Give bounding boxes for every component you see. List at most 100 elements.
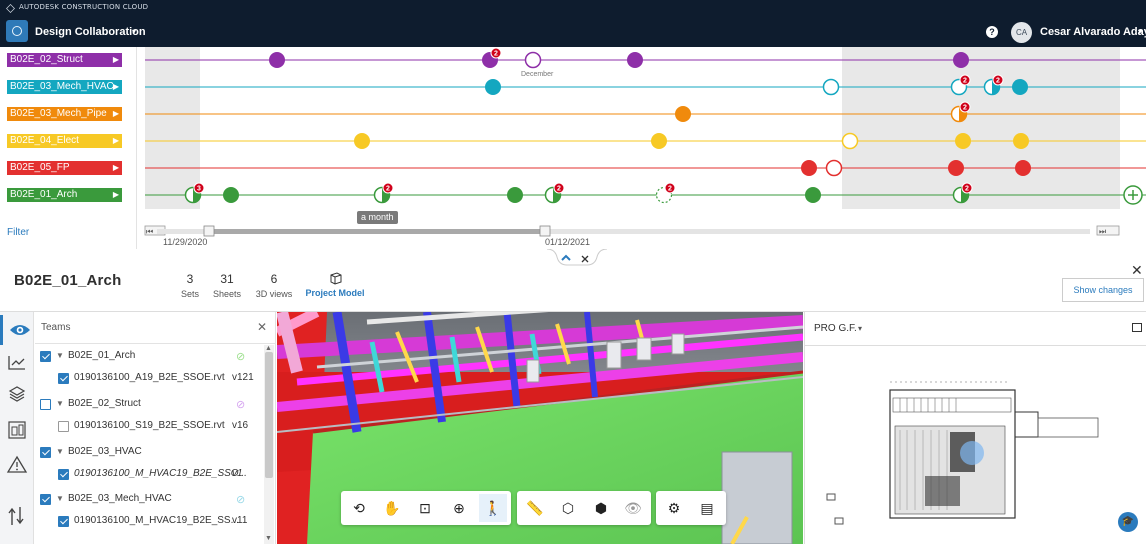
filter-link[interactable]: Filter bbox=[7, 227, 29, 238]
section-icon[interactable]: ⬡ bbox=[554, 494, 582, 522]
package-tag-struct[interactable]: B02E_02_Struct ▶ bbox=[7, 53, 122, 67]
version-marker[interactable] bbox=[1013, 133, 1029, 149]
rail-issues[interactable] bbox=[0, 450, 34, 480]
version-marker[interactable] bbox=[822, 78, 840, 96]
measure-icon[interactable]: 📏 bbox=[521, 494, 549, 522]
version-marker[interactable] bbox=[805, 187, 821, 203]
scrubber-handle-start[interactable] bbox=[203, 225, 215, 237]
rail-sheets[interactable] bbox=[0, 415, 34, 445]
package-tag-mech-hvac[interactable]: B02E_03_Mech_HVAC ▶ bbox=[7, 80, 122, 94]
version-marker[interactable]: 2 bbox=[655, 182, 676, 204]
version-marker[interactable] bbox=[627, 52, 643, 68]
play-icon[interactable]: ▶ bbox=[113, 188, 119, 202]
team-checkbox[interactable] bbox=[40, 351, 51, 362]
version-marker[interactable] bbox=[651, 133, 667, 149]
fit-icon[interactable]: ⊡ bbox=[411, 494, 439, 522]
scroll-down-icon[interactable]: ▼ bbox=[265, 535, 272, 542]
add-version-button[interactable] bbox=[1123, 185, 1143, 205]
version-marker[interactable]: 2 bbox=[482, 47, 502, 68]
visibility-off-icon[interactable]: ⊘ bbox=[236, 398, 245, 411]
team-checkbox[interactable] bbox=[40, 399, 51, 410]
version-marker[interactable] bbox=[1012, 79, 1028, 95]
team-row[interactable]: ▼ B02E_03_HVAC bbox=[40, 446, 260, 460]
file-checkbox[interactable] bbox=[58, 373, 69, 384]
team-row[interactable]: ▼ B02E_03_Mech_HVAC ⊘ bbox=[40, 493, 260, 507]
version-marker[interactable]: 2 bbox=[544, 182, 565, 204]
version-marker[interactable] bbox=[223, 187, 239, 203]
file-row[interactable]: 0190136100_S19_B2E_SSOE.rvt v16 bbox=[40, 420, 260, 434]
rail-layers[interactable] bbox=[0, 379, 34, 409]
version-marker[interactable] bbox=[269, 52, 285, 68]
file-row[interactable]: 0190136100_M_HVAC19_B2E_SSO... v1 bbox=[40, 468, 260, 482]
file-row[interactable]: 0190136100_A19_B2E_SSOE.rvt v121 bbox=[40, 372, 260, 386]
settings-icon[interactable]: ⚙ bbox=[660, 494, 688, 522]
show-changes-button[interactable]: Show changes bbox=[1062, 278, 1144, 302]
sheet-selector[interactable]: PRO G.F. bbox=[814, 323, 857, 334]
file-row[interactable]: 0190136100_M_HVAC19_B2E_SS... v11 bbox=[40, 515, 260, 529]
visibility-off-icon[interactable]: ⊘ bbox=[236, 350, 245, 363]
version-marker[interactable] bbox=[1015, 160, 1031, 176]
stat-3d-views[interactable]: 6 3D views bbox=[253, 272, 295, 299]
close-icon[interactable]: ✕ bbox=[257, 320, 267, 334]
version-marker[interactable] bbox=[841, 132, 859, 150]
stat-sets[interactable]: 3 Sets bbox=[180, 272, 200, 299]
properties-icon[interactable]: ▤ bbox=[693, 494, 721, 522]
package-tag-arch[interactable]: B02E_01_Arch ▶ bbox=[7, 188, 122, 202]
user-name[interactable]: Cesar Alvarado Adaya bbox=[1040, 26, 1146, 38]
maximize-icon[interactable] bbox=[1132, 323, 1142, 332]
expand-chevron-icon[interactable]: ▼ bbox=[56, 494, 64, 503]
version-marker[interactable] bbox=[524, 51, 542, 69]
scrollbar-thumb[interactable] bbox=[265, 352, 273, 478]
version-marker[interactable] bbox=[801, 160, 817, 176]
version-marker[interactable] bbox=[485, 79, 501, 95]
version-marker[interactable] bbox=[948, 160, 964, 176]
version-marker[interactable] bbox=[953, 52, 969, 68]
team-checkbox[interactable] bbox=[40, 447, 51, 458]
chevron-down-icon[interactable]: ▾ bbox=[858, 324, 862, 333]
scrubber-handle-end[interactable] bbox=[539, 225, 551, 237]
team-row[interactable]: ▼ B02E_02_Struct ⊘ bbox=[40, 398, 260, 412]
zoom-window-icon[interactable]: ⊕ bbox=[445, 494, 473, 522]
team-row[interactable]: ▼ B02E_01_Arch ⊘ bbox=[40, 350, 260, 364]
play-icon[interactable]: ▶ bbox=[113, 161, 119, 175]
user-menu-chevron-icon[interactable]: ▾ bbox=[1138, 27, 1142, 36]
package-tag-fp[interactable]: B02E_05_FP ▶ bbox=[7, 161, 122, 175]
orbit-icon[interactable]: ⟲ bbox=[345, 494, 373, 522]
visibility-off-icon[interactable]: ⊘ bbox=[236, 493, 245, 506]
version-marker[interactable] bbox=[955, 133, 971, 149]
expand-chevron-icon[interactable]: ▼ bbox=[56, 351, 64, 360]
app-title[interactable]: Design Collaboration bbox=[35, 26, 146, 38]
avatar[interactable]: CA bbox=[1011, 22, 1032, 43]
pan-icon[interactable]: ✋ bbox=[378, 494, 406, 522]
stat-project-model[interactable]: Project Model bbox=[305, 272, 365, 298]
learning-help-button[interactable]: 🎓 bbox=[1118, 512, 1138, 532]
package-tag-elect[interactable]: B02E_04_Elect ▶ bbox=[7, 134, 122, 148]
rail-compare[interactable] bbox=[0, 501, 34, 531]
play-icon[interactable]: ▶ bbox=[113, 80, 119, 94]
first-person-icon[interactable]: 🚶 bbox=[479, 494, 507, 522]
app-switcher-icon[interactable] bbox=[6, 20, 28, 42]
expand-chevron-icon[interactable]: ▼ bbox=[56, 447, 64, 456]
version-marker[interactable] bbox=[354, 133, 370, 149]
close-icon[interactable]: ✕ bbox=[1131, 262, 1143, 279]
rail-visibility[interactable] bbox=[0, 315, 34, 345]
expand-chevron-icon[interactable]: ▼ bbox=[56, 399, 64, 408]
file-checkbox[interactable] bbox=[58, 421, 69, 432]
play-icon[interactable]: ▶ bbox=[113, 107, 119, 121]
file-checkbox[interactable] bbox=[58, 469, 69, 480]
version-marker[interactable]: 2 bbox=[373, 182, 394, 204]
explode-icon[interactable]: ⬢ bbox=[587, 494, 615, 522]
play-icon[interactable]: ▶ bbox=[113, 134, 119, 148]
version-marker[interactable] bbox=[675, 106, 691, 122]
version-marker[interactable] bbox=[507, 187, 523, 203]
scroll-up-icon[interactable]: ▲ bbox=[265, 345, 272, 352]
chevron-down-icon[interactable]: ▾ bbox=[132, 27, 136, 36]
stat-sheets[interactable]: 31 Sheets bbox=[211, 272, 243, 299]
help-icon[interactable]: ? bbox=[986, 26, 998, 38]
floor-plan-drawing[interactable] bbox=[805, 346, 1146, 544]
timeline-scrubber[interactable]: ⏮ ⏭ bbox=[144, 225, 1120, 237]
package-tag-mech-pipe[interactable]: B02E_03_Mech_Pipe ▶ bbox=[7, 107, 122, 121]
play-icon[interactable]: ▶ bbox=[113, 53, 119, 67]
version-marker[interactable] bbox=[825, 159, 843, 177]
hide-icon[interactable]: 👁 bbox=[619, 494, 647, 522]
